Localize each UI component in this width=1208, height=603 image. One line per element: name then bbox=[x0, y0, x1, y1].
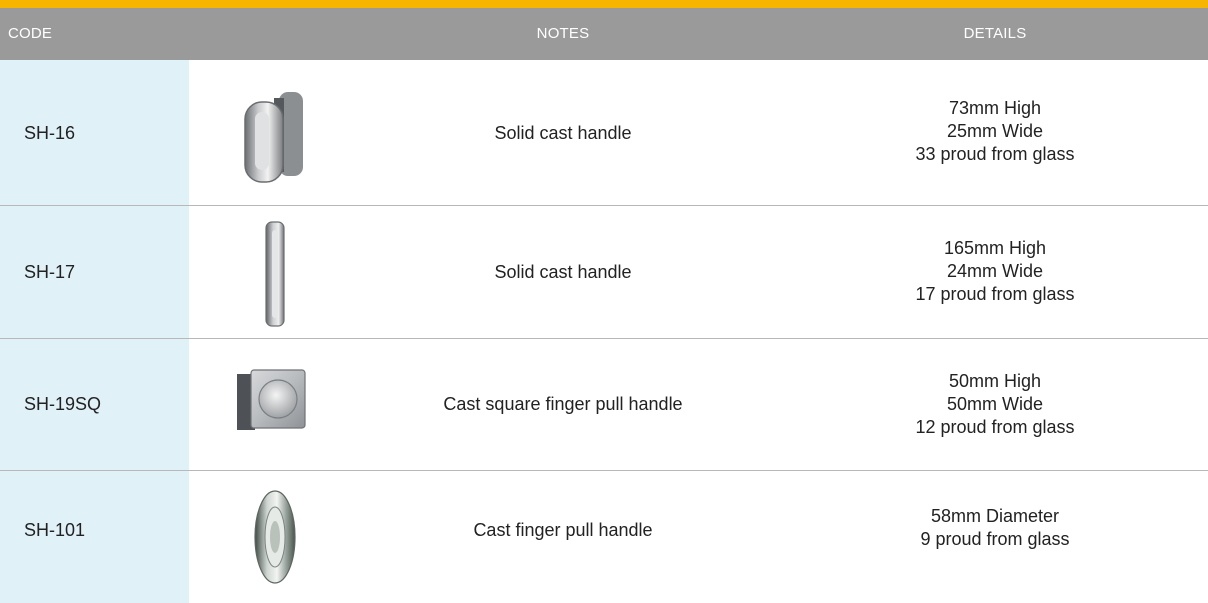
table-row: SH-19SQ Cast square finger pull handle 5… bbox=[0, 339, 1208, 470]
detail-line: 50mm High bbox=[948, 371, 1042, 391]
detail-line: 12 proud from glass bbox=[915, 417, 1075, 437]
row-code: SH-17 bbox=[24, 262, 76, 282]
table-row: SH-101 Cast finger pull handle 58mm Diam… bbox=[0, 471, 1208, 603]
row-note: Cast finger pull handle bbox=[473, 520, 653, 540]
table-row: SH-16 Solid cast handle 73mm High 25mm W… bbox=[0, 60, 1208, 205]
detail-line: 58mm Diameter bbox=[930, 506, 1060, 526]
row-note: Solid cast handle bbox=[494, 262, 632, 282]
accent-bar bbox=[0, 0, 1208, 8]
row-code: SH-101 bbox=[24, 520, 86, 540]
row-note: Solid cast handle bbox=[494, 123, 632, 143]
table-header: CODE NOTES DETAILS bbox=[0, 8, 1208, 60]
product-table: CODE NOTES DETAILS SH-16 Solid cast hand… bbox=[0, 0, 1208, 603]
row-note: Cast square finger pull handle bbox=[443, 394, 683, 414]
header-code: CODE bbox=[8, 25, 53, 42]
header-details: DETAILS bbox=[963, 25, 1027, 42]
header-notes: NOTES bbox=[536, 25, 590, 42]
detail-line: 73mm High bbox=[948, 98, 1042, 118]
detail-line: 25mm Wide bbox=[946, 121, 1044, 141]
row-code: SH-19SQ bbox=[24, 394, 102, 414]
detail-line: 165mm High bbox=[943, 238, 1047, 258]
round-finger-pull-image bbox=[252, 487, 298, 592]
detail-line: 9 proud from glass bbox=[920, 529, 1070, 549]
table-row: SH-17 Solid cast handle 165mm High 24mm … bbox=[0, 206, 1208, 338]
square-finger-pull-image bbox=[235, 368, 307, 439]
detail-line: 50mm Wide bbox=[946, 394, 1044, 414]
row-code: SH-16 bbox=[24, 123, 76, 143]
detail-line: 33 proud from glass bbox=[915, 144, 1075, 164]
detail-line: 24mm Wide bbox=[946, 261, 1044, 281]
detail-line: 17 proud from glass bbox=[915, 284, 1075, 304]
long-bar-handle-image bbox=[262, 220, 288, 333]
oval-handle-image bbox=[241, 88, 311, 189]
